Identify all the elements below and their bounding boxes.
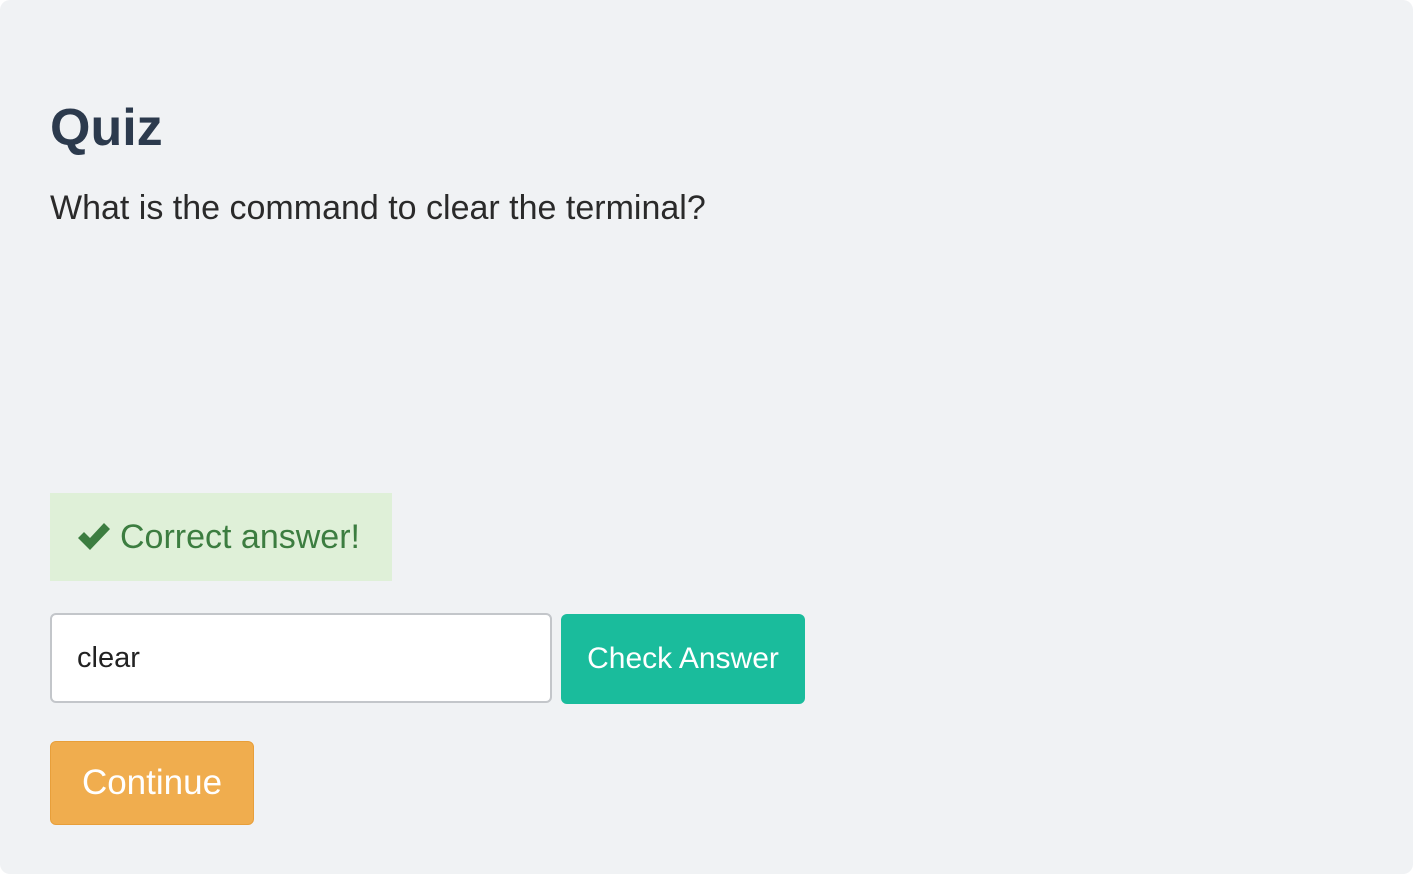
page-title: Quiz xyxy=(50,99,163,157)
question-text: What is the command to clear the termina… xyxy=(50,189,706,227)
checkmark-icon xyxy=(76,521,112,553)
correct-feedback-alert: Correct answer! xyxy=(50,493,392,581)
answer-input[interactable] xyxy=(50,613,552,703)
continue-button[interactable]: Continue xyxy=(50,741,254,825)
feedback-message: Correct answer! xyxy=(120,518,360,556)
quiz-panel: Quiz What is the command to clear the te… xyxy=(0,0,1413,874)
check-answer-button[interactable]: Check Answer xyxy=(561,614,805,704)
